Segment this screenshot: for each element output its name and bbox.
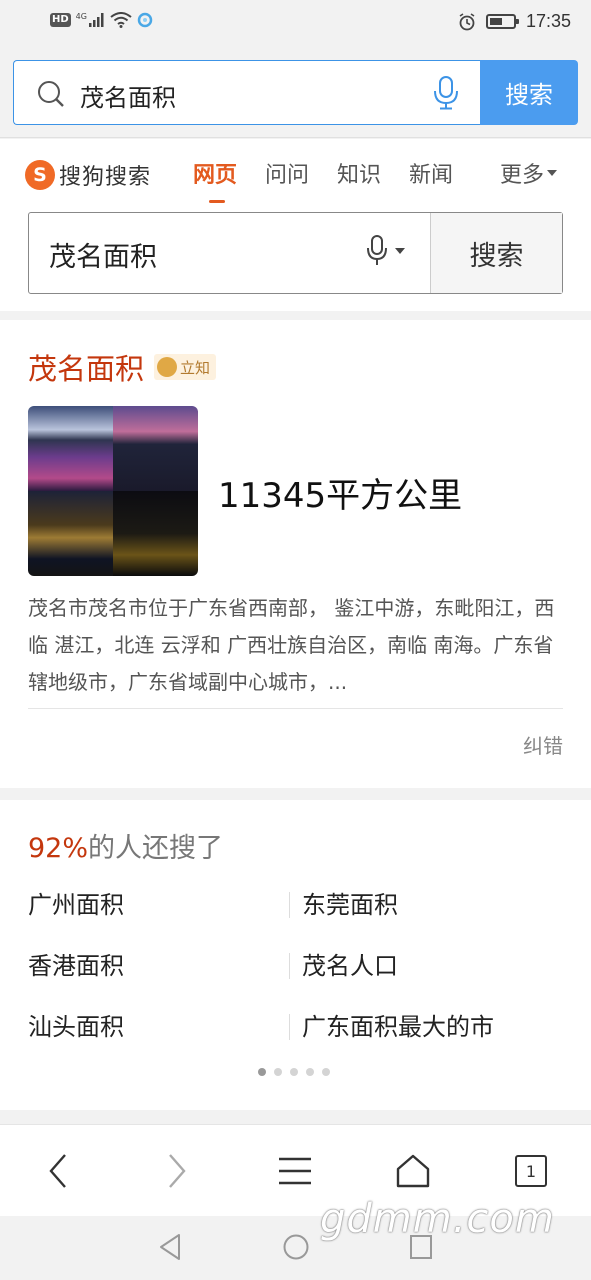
sogou-logo[interactable]: S 搜狗搜索 — [25, 159, 151, 191]
forward-button[interactable] — [155, 1149, 199, 1193]
battery-icon — [485, 14, 519, 29]
menu-button[interactable] — [273, 1149, 317, 1193]
browser-query-text: 茂名面积 — [80, 84, 176, 112]
tab-more[interactable]: 更多 — [500, 157, 558, 189]
sogou-search-input[interactable]: 茂名面积 — [49, 235, 157, 274]
tab-webpage[interactable]: 网页 — [193, 157, 237, 203]
sogou-logo-icon: S — [25, 160, 55, 190]
network-type: 4G — [75, 11, 87, 21]
tab-count-icon: 1 — [515, 1155, 547, 1187]
tabs-button[interactable]: 1 — [509, 1149, 553, 1193]
page-dot — [306, 1068, 314, 1076]
tab-more-label: 更多 — [500, 163, 545, 188]
page-dot — [290, 1068, 298, 1076]
related-header: 92%的人还搜了 — [28, 826, 223, 865]
browser-search-bar: 茂名面积 搜索 — [0, 46, 591, 138]
related-item[interactable]: 东莞面积 — [289, 892, 563, 918]
browser-search-input[interactable]: 茂名面积 — [13, 60, 480, 125]
collage-photo-fountain — [113, 406, 198, 491]
sogou-logo-text: 搜狗搜索 — [59, 165, 152, 190]
related-item[interactable]: 香港面积 — [28, 949, 289, 1010]
related-header-text: 的人还搜了 — [88, 833, 224, 864]
status-left: HD 4G — [50, 12, 153, 28]
related-percent: 92% — [28, 833, 89, 864]
crown-icon — [157, 357, 178, 377]
alarm-icon — [459, 12, 475, 30]
collage-photo-night — [113, 491, 198, 576]
area-value: 11345平方公里 — [218, 476, 463, 516]
city-photo-collage[interactable] — [28, 406, 198, 576]
related-item[interactable]: 广东面积最大的市 — [289, 1014, 563, 1040]
page-dot — [274, 1068, 282, 1076]
related-row: 汕头面积 广东面积最大的市 — [28, 1010, 563, 1071]
report-error-link[interactable]: 纠错 — [523, 730, 563, 759]
page-indicator[interactable] — [258, 1068, 330, 1076]
tab-news[interactable]: 新闻 — [409, 157, 453, 189]
related-grid: 广州面积 东莞面积 香港面积 茂名人口 汕头面积 广东面积最大的市 — [28, 888, 563, 1071]
sync-icon — [137, 12, 153, 28]
related-row: 香港面积 茂名人口 — [28, 949, 563, 1010]
chevron-down-icon — [395, 248, 405, 254]
nav-tabs: 网页 问问 知识 新闻 — [193, 157, 481, 203]
search-icon — [38, 81, 64, 107]
related-item[interactable]: 广州面积 — [28, 888, 289, 949]
home-circle-icon[interactable] — [282, 1232, 310, 1262]
home-icon — [396, 1154, 430, 1188]
divider — [28, 708, 563, 709]
related-row: 广州面积 东莞面积 — [28, 888, 563, 949]
wifi-icon — [110, 12, 132, 28]
sogou-search-button[interactable]: 搜索 — [430, 213, 562, 293]
microphone-icon — [367, 235, 387, 265]
forward-arrow-icon — [169, 1154, 186, 1188]
related-searches-card: 92%的人还搜了 广州面积 东莞面积 香港面积 茂名人口 汕头面积 广东面积最大… — [0, 800, 591, 1110]
answer-title-row: 茂名面积 立知 — [28, 346, 217, 388]
tab-knowledge[interactable]: 知识 — [337, 157, 381, 189]
back-button[interactable] — [36, 1149, 80, 1193]
hd-icon: HD — [50, 13, 71, 27]
browser-search-button[interactable]: 搜索 — [480, 60, 578, 125]
status-right: 17:35 — [458, 11, 571, 32]
collage-photo-building — [28, 491, 113, 576]
watermark-text: gdmm.com — [320, 1196, 555, 1242]
page-dot — [322, 1068, 330, 1076]
page-dot — [258, 1068, 266, 1076]
answer-title[interactable]: 茂名面积 — [28, 346, 144, 388]
sogou-search-box[interactable]: 茂名面积 搜索 — [28, 212, 563, 294]
back-triangle-icon[interactable] — [157, 1232, 183, 1262]
collage-photo-skyline — [28, 406, 113, 491]
tab-wenwen[interactable]: 问问 — [265, 157, 309, 189]
menu-icon — [279, 1157, 311, 1185]
sogou-header: S 搜狗搜索 网页 问问 知识 新闻 更多 茂名面积 搜索 — [0, 139, 591, 311]
related-item[interactable]: 茂名人口 — [289, 953, 563, 979]
battery-level — [489, 18, 502, 25]
lizhi-badge-label: 立知 — [180, 358, 211, 377]
home-button[interactable] — [391, 1149, 435, 1193]
microphone-icon[interactable] — [432, 75, 460, 111]
signal-icon — [88, 13, 104, 27]
status-bar: HD 4G 17:35 — [0, 0, 591, 46]
voice-search[interactable] — [365, 234, 405, 268]
lizhi-badge: 立知 — [154, 354, 217, 380]
chevron-down-icon — [547, 170, 558, 176]
answer-card: 茂名面积 立知 11345平方公里 茂名市茂名市位于广东省西南部， 鉴江中游，东… — [0, 320, 591, 788]
back-arrow-icon — [49, 1154, 66, 1188]
answer-description: 茂名市茂名市位于广东省西南部， 鉴江中游，东毗阳江，西临 湛江，北连 云浮和 广… — [28, 596, 555, 694]
clock: 17:35 — [525, 11, 571, 31]
related-item[interactable]: 汕头面积 — [28, 1010, 289, 1071]
